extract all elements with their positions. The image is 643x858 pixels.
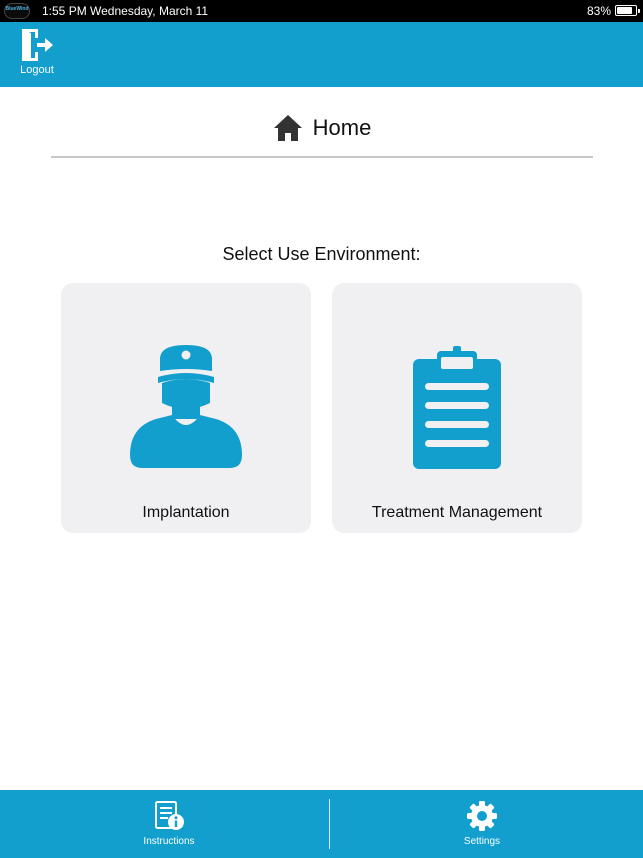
bottom-navigation-bar: Instructions Settings (0, 790, 643, 858)
use-environment-prompt: Select Use Environment: (222, 244, 421, 264)
settings-tab[interactable]: Settings (322, 790, 642, 858)
treatment-management-option-card[interactable]: Treatment Management (332, 283, 582, 533)
logout-button[interactable]: Logout (14, 28, 60, 82)
surgeon-icon (130, 345, 242, 468)
clipboard-icon (413, 346, 501, 469)
gear-icon (467, 801, 497, 831)
bluewind-logo: BlueWind (4, 3, 30, 19)
implantation-option-card[interactable]: Implantation (61, 283, 311, 533)
battery-percentage: 83% (586, 4, 611, 18)
page-title: Home (312, 115, 372, 140)
instructions-tab[interactable]: Instructions (9, 790, 329, 858)
home-icon (273, 115, 302, 141)
instructions-label: Instructions (143, 836, 195, 847)
top-app-bar: Logout (0, 22, 643, 87)
logout-door-icon (22, 29, 53, 61)
instructions-document-icon (155, 801, 184, 830)
implantation-label: Implantation (142, 504, 230, 521)
status-time-date: 1:55 PM Wednesday, March 11 (42, 4, 209, 18)
status-bar: BlueWind 1:55 PM Wednesday, March 11 83% (0, 0, 643, 22)
settings-label: Settings (463, 836, 501, 847)
battery-icon (615, 5, 640, 16)
page-header: Home (51, 100, 593, 158)
battery-level-fill (617, 7, 632, 14)
logout-label: Logout (20, 64, 54, 76)
treatment-management-label: Treatment Management (371, 504, 543, 521)
